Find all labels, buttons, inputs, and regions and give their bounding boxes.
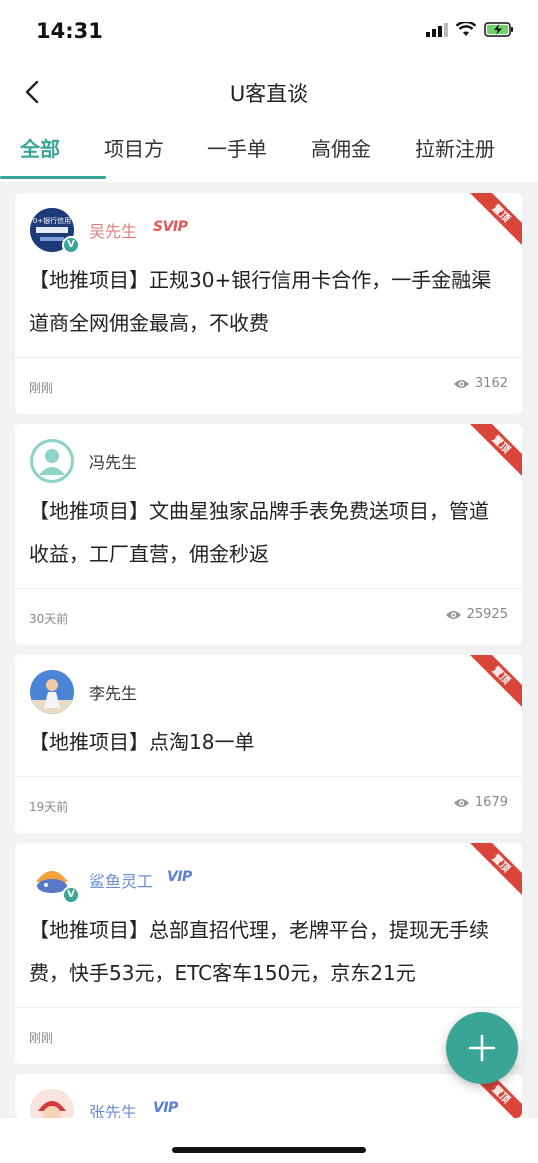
tab-project-owner[interactable]: 项目方: [104, 133, 164, 162]
card-divider: [15, 588, 522, 589]
avatar: [30, 439, 74, 483]
vip-badge: VIP: [167, 869, 192, 885]
view-count-value: 25925: [466, 607, 508, 622]
username[interactable]: 张先生: [89, 1099, 137, 1118]
post-content: 【地推项目】点淘18一单: [29, 730, 255, 754]
status-bar: 14:31: [0, 0, 538, 64]
username[interactable]: 冯先生: [89, 449, 137, 473]
post-content: 【地推项目】正规30+银行信用卡合作，一手金融渠道商全网佣金最高，不收费: [29, 268, 492, 335]
home-indicator[interactable]: [172, 1147, 366, 1153]
view-count-value: 1679: [474, 795, 508, 810]
post-card[interactable]: 李先生 置顶 【地推项目】点淘18一单 19天前 1679: [15, 655, 522, 833]
pinned-ribbon: 置顶: [470, 193, 522, 245]
eye-icon: [453, 379, 469, 388]
card-divider: [15, 357, 522, 358]
category-tabs: 全部 项目方 一手单 高佣金 拉新注册: [0, 120, 538, 182]
page-title: U客直谈: [229, 82, 309, 106]
post-content: 【地推项目】文曲星独家品牌手表免费送项目，管道收益，工厂直营，佣金秒返: [29, 499, 489, 566]
post-card[interactable]: V 张先生 VIP 置顶: [15, 1074, 522, 1118]
avatar: [30, 670, 74, 714]
tab-high-commission[interactable]: 高佣金: [311, 133, 371, 162]
tab-active-indicator: [0, 176, 106, 179]
avatar-text: 0+银行信用: [33, 216, 71, 225]
bottom-safe-area: [0, 1118, 538, 1163]
view-count: 3162: [453, 376, 508, 391]
post-card[interactable]: 0+银行信用 V 吴先生 SVIP 置顶 【地推项目】正规30+银行信用卡合作，…: [15, 193, 522, 414]
post-content: 【地推项目】总部直招代理，老牌平台，提现无手续费，快手53元，ETC客车150元…: [29, 918, 489, 985]
status-time: 14:31: [36, 19, 103, 43]
cellular-signal-icon: [426, 22, 448, 37]
status-icons: [426, 22, 514, 37]
add-post-button[interactable]: [446, 1012, 518, 1084]
post-time: 刚刚: [29, 381, 54, 395]
pinned-ribbon: 置顶: [470, 424, 522, 476]
avatar: [30, 1089, 74, 1118]
pinned-ribbon: 置顶: [470, 655, 522, 707]
vip-badge: VIP: [153, 1100, 178, 1116]
pinned-ribbon: 置顶: [470, 843, 522, 895]
view-count-value: 3162: [474, 376, 508, 391]
wifi-icon: [456, 22, 476, 36]
post-card[interactable]: 冯先生 置顶 【地推项目】文曲星独家品牌手表免费送项目，管道收益，工厂直营，佣金…: [15, 424, 522, 645]
svip-badge: SVIP: [153, 219, 188, 235]
battery-charging-icon: [484, 22, 513, 37]
tab-all[interactable]: 全部: [20, 133, 60, 162]
tab-new-registration[interactable]: 拉新注册: [415, 133, 495, 162]
post-card[interactable]: V 鲨鱼灵工 VIP 置顶 【地推项目】总部直招代理，老牌平台，提现无手续费，快…: [15, 843, 522, 1064]
username[interactable]: 吴先生: [89, 218, 137, 242]
verified-badge-icon: V: [62, 886, 80, 904]
post-time: 30天前: [29, 612, 69, 626]
verified-badge-icon: V: [62, 236, 80, 254]
eye-icon: [445, 610, 461, 619]
eye-icon: [453, 798, 469, 807]
card-divider: [15, 776, 522, 777]
nav-bar: U客直谈: [0, 64, 538, 120]
card-divider: [15, 1007, 522, 1008]
view-count: 1679: [453, 795, 508, 810]
post-time: 19天前: [29, 800, 69, 814]
username[interactable]: 李先生: [89, 680, 137, 704]
tab-first-hand[interactable]: 一手单: [207, 133, 267, 162]
view-count: 25925: [445, 607, 508, 622]
username[interactable]: 鲨鱼灵工: [89, 868, 153, 892]
plus-icon: [468, 1034, 496, 1062]
post-time: 刚刚: [29, 1031, 54, 1045]
